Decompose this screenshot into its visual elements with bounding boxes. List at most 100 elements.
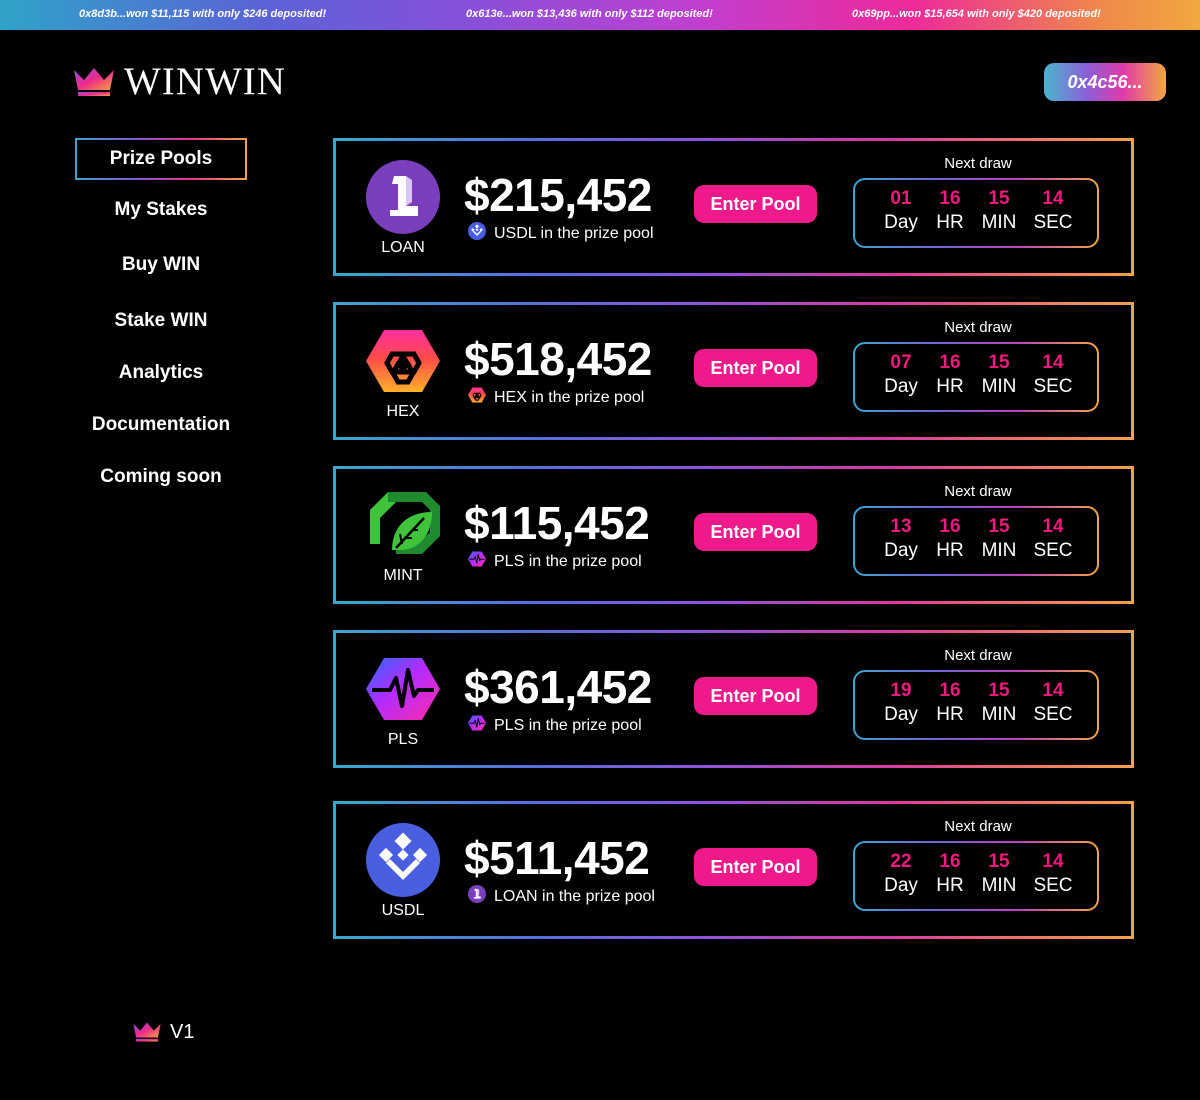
- countdown-timer: 19 Day 16 HR 15 MIN 14 SEC: [853, 670, 1099, 740]
- nav-item-stake-win[interactable]: Stake WIN: [60, 310, 262, 332]
- winners-ticker: 0x8d3b...won $11,115 with only $246 depo…: [0, 0, 1200, 30]
- timer-seconds: 14: [1042, 680, 1064, 701]
- prize-description: PLS in the prize pool: [468, 550, 642, 573]
- token-label: MINT: [383, 567, 423, 584]
- prize-description: PLS in the prize pool: [468, 714, 642, 737]
- ticker-item: 0x69pp...won $15,654 with only $420 depo…: [852, 8, 1101, 20]
- timer-minutes-label: MIN: [981, 376, 1017, 397]
- nav-item-prize-pools[interactable]: Prize Pools: [60, 148, 262, 170]
- timer-days-label: Day: [884, 212, 918, 233]
- next-draw-label: Next draw: [944, 319, 1012, 336]
- timer-seconds-label: SEC: [1033, 704, 1073, 725]
- prize-text: USDL in the prize pool: [494, 224, 654, 242]
- usdl-icon: [366, 823, 440, 897]
- pool-amount: $518,452: [464, 333, 652, 385]
- countdown-timer: 07 Day 16 HR 15 MIN 14 SEC: [853, 342, 1099, 412]
- countdown-timer: 01 Day 16 HR 15 MIN 14 SEC: [853, 178, 1099, 248]
- nav-item-buy-win[interactable]: Buy WIN: [60, 254, 262, 276]
- timer-seconds-label: SEC: [1033, 875, 1073, 896]
- timer-days-label: Day: [884, 704, 918, 725]
- token-label: PLS: [387, 731, 419, 748]
- enter-pool-button[interactable]: Enter Pool: [694, 677, 817, 715]
- pls-icon: [468, 714, 494, 737]
- timer-days: 13: [890, 516, 912, 537]
- timer-days: 07: [890, 352, 912, 373]
- timer-hours: 16: [939, 352, 961, 373]
- prize-description: USDL in the prize pool: [468, 222, 654, 245]
- countdown-timer: 22 Day 16 HR 15 MIN 14 SEC: [853, 841, 1099, 911]
- timer-minutes: 15: [988, 680, 1010, 701]
- timer-seconds: 14: [1042, 851, 1064, 872]
- loan-icon: [366, 160, 440, 234]
- timer-hours: 16: [939, 188, 961, 209]
- timer-minutes: 15: [988, 516, 1010, 537]
- pool-card-pls: PLS $361,452 PLS in the prize pool Enter…: [333, 630, 1134, 768]
- version-label: V1: [170, 1020, 195, 1043]
- pool-card-mint: MINT $115,452 PLS in the prize pool Ente…: [333, 466, 1134, 604]
- timer-minutes: 15: [988, 851, 1010, 872]
- timer-seconds: 14: [1042, 516, 1064, 537]
- pool-amount: $511,452: [464, 832, 650, 884]
- crown-icon: [133, 1022, 161, 1042]
- timer-hours: 16: [939, 516, 961, 537]
- pool-amount: $361,452: [464, 661, 652, 713]
- prize-description: LOAN in the prize pool: [468, 885, 655, 908]
- pool-amount: $115,452: [464, 497, 650, 549]
- next-draw-label: Next draw: [944, 155, 1012, 172]
- brand-logo[interactable]: WINWIN: [72, 62, 286, 102]
- wallet-button[interactable]: 0x4c56...: [1044, 63, 1166, 101]
- timer-days-label: Day: [884, 875, 918, 896]
- nav-item-documentation[interactable]: Documentation: [60, 414, 262, 436]
- enter-pool-button[interactable]: Enter Pool: [694, 513, 817, 551]
- timer-hours-label: HR: [936, 540, 964, 561]
- timer-days: 22: [890, 851, 912, 872]
- timer-days-label: Day: [884, 376, 918, 397]
- brand-name: WINWIN: [124, 60, 286, 103]
- timer-seconds: 14: [1042, 188, 1064, 209]
- enter-pool-button[interactable]: Enter Pool: [694, 185, 817, 223]
- timer-days-label: Day: [884, 540, 918, 561]
- prize-text: PLS in the prize pool: [494, 716, 642, 734]
- timer-hours-label: HR: [936, 875, 964, 896]
- timer-hours: 16: [939, 851, 961, 872]
- countdown-timer: 13 Day 16 HR 15 MIN 14 SEC: [853, 506, 1099, 576]
- version-indicator: V1: [132, 1020, 194, 1044]
- timer-minutes-label: MIN: [981, 704, 1017, 725]
- token-label: LOAN: [381, 239, 425, 256]
- prize-text: PLS in the prize pool: [494, 552, 642, 570]
- hex-icon: [468, 386, 494, 409]
- prize-text: LOAN in the prize pool: [494, 887, 655, 905]
- enter-pool-button[interactable]: Enter Pool: [694, 349, 817, 387]
- nav-item-analytics[interactable]: Analytics: [60, 362, 262, 384]
- ticker-item: 0x8d3b...won $11,115 with only $246 depo…: [79, 8, 327, 20]
- timer-seconds: 14: [1042, 352, 1064, 373]
- next-draw-label: Next draw: [944, 647, 1012, 664]
- timer-hours: 16: [939, 680, 961, 701]
- timer-minutes-label: MIN: [981, 212, 1017, 233]
- token-label: USDL: [381, 902, 425, 919]
- timer-minutes-label: MIN: [981, 875, 1017, 896]
- hex-icon: [366, 324, 440, 398]
- pool-card-hex: HEX $518,452 HEX in the prize pool Enter…: [333, 302, 1134, 440]
- pool-card-loan: LOAN $215,452 USDL in the prize pool Ent…: [333, 138, 1134, 276]
- prize-text: HEX in the prize pool: [494, 388, 645, 406]
- timer-days: 19: [890, 680, 912, 701]
- next-draw-label: Next draw: [944, 818, 1012, 835]
- pool-card-usdl: USDL $511,452 LOAN in the prize pool Ent…: [333, 801, 1134, 939]
- timer-hours-label: HR: [936, 376, 964, 397]
- timer-minutes-label: MIN: [981, 540, 1017, 561]
- nav-item-my-stakes[interactable]: My Stakes: [60, 199, 262, 221]
- timer-seconds-label: SEC: [1033, 376, 1073, 397]
- next-draw-label: Next draw: [944, 483, 1012, 500]
- nav-item-coming-soon[interactable]: Coming soon: [60, 466, 262, 488]
- usdl-icon: [468, 222, 494, 245]
- pls-icon: [366, 652, 440, 726]
- timer-days: 01: [890, 188, 912, 209]
- pool-amount: $215,452: [464, 169, 652, 221]
- timer-hours-label: HR: [936, 704, 964, 725]
- crown-icon: [74, 68, 114, 96]
- enter-pool-button[interactable]: Enter Pool: [694, 848, 817, 886]
- timer-hours-label: HR: [936, 212, 964, 233]
- loan-icon: [468, 885, 494, 908]
- ticker-item: 0x613e...won $13,436 with only $112 depo…: [466, 8, 713, 20]
